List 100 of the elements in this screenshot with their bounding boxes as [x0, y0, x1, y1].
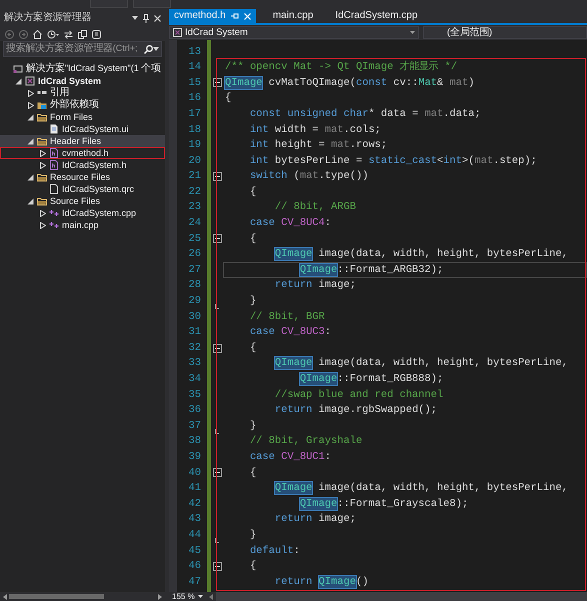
scope-dropdown[interactable]: (全局范围) — [423, 26, 587, 39]
tree-item[interactable]: Form Files — [0, 111, 165, 123]
horizontal-scrollbar[interactable] — [216, 592, 587, 601]
scroll-left-icon[interactable] — [208, 594, 213, 600]
file-tab[interactable]: IdCradSystem.cpp — [330, 9, 423, 23]
pages-icon[interactable] — [78, 30, 87, 38]
properties-icon[interactable] — [92, 30, 101, 38]
collapse-icon[interactable] — [212, 234, 222, 244]
tree-item[interactable]: 解决方案"IdCrad System"(1 个项 — [0, 63, 165, 75]
header-file-icon — [49, 148, 59, 158]
code-line: default: — [250, 544, 300, 558]
zoom-dropdown[interactable]: 155 % — [169, 592, 206, 601]
line-number: 33 — [188, 357, 201, 370]
line-number: 21 — [188, 170, 201, 183]
project-icon — [25, 76, 35, 86]
code-line: int width = mat.cols; — [250, 124, 381, 136]
project-dropdown[interactable]: IdCrad System — [169, 26, 419, 39]
code-line: QImage image(data, width, height, bytesPerLine, — [274, 357, 568, 370]
line-number: 26 — [188, 248, 201, 261]
caret-down-icon[interactable] — [27, 138, 34, 144]
line-number: 36 — [188, 404, 201, 417]
home-icon[interactable] — [33, 30, 42, 38]
code-line: /** opencv Mat -> Qt QImage 才能显示 */ — [225, 60, 458, 74]
code-line: { — [250, 232, 256, 246]
line-number: 31 — [188, 326, 201, 339]
code-line: QImage::Format_ARGB32); — [300, 264, 444, 276]
caret-right-icon[interactable] — [39, 222, 46, 228]
tree-item[interactable]: Resource Files — [0, 171, 165, 183]
code-line: return QImage() — [274, 576, 368, 588]
collapse-icon[interactable] — [212, 78, 222, 88]
code-line: QImage::Format_RGB888); — [300, 373, 444, 386]
scrollbar-thumb[interactable] — [9, 594, 104, 599]
tree-item[interactable]: 外部依赖项 — [0, 99, 165, 111]
code-line: QImage image(data, width, height, bytesPerLine, — [274, 482, 568, 495]
code-line: const unsigned char* data = mat.data; — [250, 108, 481, 120]
line-number: 22 — [188, 186, 201, 198]
line-number: 41 — [188, 482, 201, 495]
scroll-left-icon[interactable] — [3, 594, 7, 600]
tree-item[interactable]: IdCrad System — [0, 75, 165, 87]
history-icon[interactable] — [47, 30, 59, 38]
tree-item[interactable]: IdCradSystem.h — [0, 159, 165, 171]
file-icon — [49, 124, 59, 134]
tree-item[interactable]: IdCradSystem.cpp — [0, 207, 165, 219]
plus-plus-icon — [49, 220, 59, 230]
code-line: case CV_8UC3: — [250, 326, 332, 339]
caret-right-icon[interactable] — [39, 150, 46, 156]
line-number: 27 — [188, 264, 201, 276]
caret-down-icon[interactable] — [27, 174, 34, 180]
tree-item[interactable]: Header Files — [0, 135, 165, 147]
code-line: { — [225, 92, 232, 105]
caret-down-icon[interactable] — [15, 78, 22, 84]
sync-icon[interactable] — [64, 30, 73, 38]
project-icon — [173, 28, 182, 37]
line-number: 24 — [188, 217, 201, 230]
line-number: 38 — [188, 435, 201, 448]
caret-down-icon[interactable] — [27, 198, 34, 204]
caret-right-icon[interactable] — [39, 162, 46, 168]
tree-item[interactable]: IdCradSystem.qrc — [0, 183, 165, 195]
line-number: 45 — [188, 544, 201, 558]
tree-item[interactable]: Source Files — [0, 195, 165, 207]
line-number: 14 — [188, 61, 201, 74]
tree-item[interactable]: 引用 — [0, 87, 165, 99]
code-line: { — [250, 342, 256, 354]
line-number: 34 — [188, 373, 201, 386]
line-number: 30 — [188, 310, 201, 324]
collapse-icon[interactable] — [212, 172, 222, 182]
line-number: 25 — [188, 232, 201, 246]
collapse-icon[interactable] — [212, 468, 222, 478]
caret-right-icon[interactable] — [27, 102, 34, 108]
dropdown-caret-icon[interactable] — [153, 47, 159, 51]
fold-end-mark — [215, 538, 219, 543]
line-number: 40 — [188, 466, 201, 480]
code-line: { — [250, 186, 256, 198]
file-tab[interactable]: main.cpp — [268, 9, 318, 23]
tree-item[interactable]: IdCradSystem.ui — [0, 123, 165, 135]
collapse-icon[interactable] — [212, 344, 222, 353]
tree-item[interactable]: main.cpp — [0, 219, 165, 231]
line-number: 18 — [188, 124, 201, 136]
header-file-icon — [49, 160, 59, 170]
line-number: 42 — [188, 498, 201, 510]
line-number: 46 — [188, 560, 201, 573]
tree-item[interactable]: cvmethod.h — [0, 147, 165, 159]
scroll-right-icon[interactable] — [158, 594, 162, 600]
forward-icon[interactable] — [19, 30, 28, 38]
caret-down-icon[interactable] — [27, 114, 34, 120]
caret-right-icon[interactable] — [27, 90, 34, 96]
folder-icon — [37, 136, 47, 146]
close-icon[interactable] — [154, 14, 161, 22]
caret-right-icon[interactable] — [39, 210, 46, 216]
collapse-icon[interactable] — [212, 562, 222, 571]
dropdown-caret-icon[interactable] — [132, 16, 138, 20]
line-number: 47 — [188, 576, 201, 588]
line-number: 32 — [188, 342, 201, 354]
search-field[interactable]: 搜索解决方案资源管理器(Ctrl+; — [3, 41, 162, 57]
code-line: } — [250, 295, 256, 308]
folder-icon — [37, 100, 47, 110]
search-icon[interactable] — [144, 44, 153, 54]
pin-icon[interactable] — [143, 14, 149, 22]
line-number: 44 — [188, 528, 201, 542]
back-icon[interactable] — [5, 30, 14, 38]
